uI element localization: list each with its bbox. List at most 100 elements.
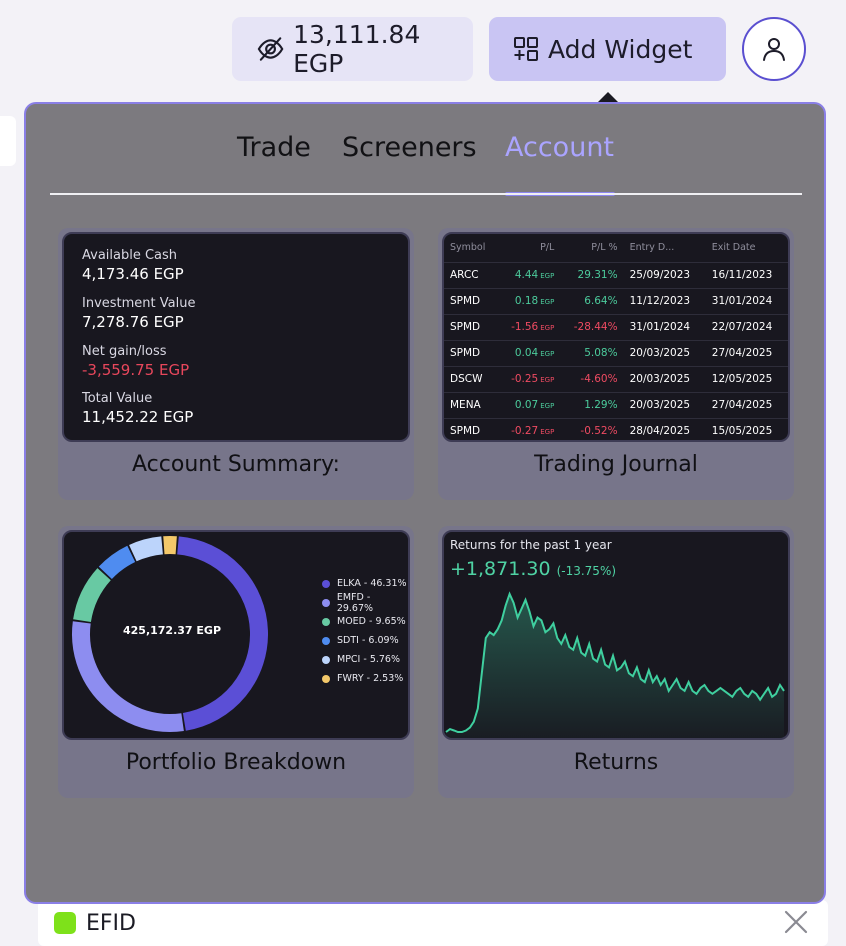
cell-symbol: SPMD (450, 321, 481, 333)
cell-pl-pct: -4.60% (580, 373, 618, 385)
tab-trade[interactable]: Trade (237, 132, 311, 163)
cell-exit-date: 16/11/2023 (711, 269, 773, 281)
widget-tabs: Trade Screeners Account (26, 132, 824, 172)
cell-pl: 0.18 EGP (514, 295, 555, 307)
legend-label: EMFD - 29.67% (336, 591, 374, 614)
watchlist-symbol: EFID (86, 910, 136, 936)
donut-slice (73, 568, 111, 623)
add-widget-label: Add Widget (548, 34, 693, 64)
legend-label: MPCI - 5.76% (337, 654, 401, 665)
cell-exit-date: 27/04/2025 (711, 399, 773, 411)
widget-returns[interactable]: Returns for the past 1 year +1,871.30 (-… (438, 526, 794, 798)
legend-dot-icon (322, 636, 330, 645)
donut-slice (98, 545, 136, 580)
legend-item: MPCI - 5.76% (322, 650, 408, 669)
donut-slice (129, 536, 164, 562)
cell-symbol: MENA (450, 399, 481, 411)
donut-slice (72, 621, 184, 732)
investment-value: Investment Value 7,278.76 EGP (82, 296, 196, 331)
eye-off-icon (257, 37, 284, 61)
background-card (0, 116, 16, 166)
cell-exit-date: 27/04/2025 (711, 347, 773, 359)
cell-pl-pct: 29.31% (577, 269, 618, 281)
cell-symbol: SPMD (450, 425, 481, 438)
cell-pl-pct: 6.64% (584, 295, 618, 307)
column-header: P/L (540, 242, 555, 254)
legend-dot-icon (322, 674, 330, 683)
user-icon (763, 38, 785, 61)
cell-symbol: SPMD (450, 347, 481, 359)
cell-symbol: SPMD (450, 295, 481, 307)
close-icon[interactable] (782, 908, 810, 936)
cell-pl: -0.25 EGP (511, 373, 555, 385)
cell-pl: -1.56 EGP (511, 321, 555, 333)
cell-pl: 4.44 EGP (514, 269, 555, 281)
cell-entry-date: 31/01/2024 (629, 321, 691, 333)
legend-item: ELKA - 46.31% (322, 574, 408, 593)
cell-pl-pct: -28.44% (573, 321, 618, 333)
cell-entry-date: 28/04/2025 (629, 425, 691, 438)
legend-item: FWRY - 2.53% (322, 669, 408, 688)
tab-screeners[interactable]: Screeners (342, 132, 477, 163)
widget-portfolio-breakdown[interactable]: 425,172.37 EGP ELKA - 46.31% EMFD - 29.67… (58, 526, 414, 798)
returns-line-chart (445, 591, 785, 738)
widget-title: Returns (573, 750, 659, 775)
cell-exit-date: 15/05/2025 (711, 425, 773, 438)
cell-exit-date: 22/07/2024 (711, 321, 773, 333)
cell-entry-date: 11/12/2023 (629, 295, 691, 307)
cell-pl-pct: 1.29% (584, 399, 618, 411)
table-row: SPMD 0.04 EGP 5.08% 20/03/2025 27/04/2025 (444, 340, 788, 366)
column-header: Exit Date (711, 242, 756, 254)
status-dot-icon (54, 912, 76, 934)
legend-dot-icon (322, 655, 330, 664)
widget-title: Portfolio Breakdown (125, 750, 347, 775)
legend-dot-icon (322, 598, 330, 607)
portfolio-breakdown-preview: 425,172.37 EGP ELKA - 46.31% EMFD - 29.67… (62, 530, 410, 740)
legend-item: SDTI - 6.09% (322, 631, 408, 650)
table-row: SPMD -0.27 EGP -0.52% 28/04/2025 15/05/2025 (444, 418, 788, 440)
column-header: Symbol (450, 242, 486, 254)
cell-pl: -0.27 EGP (511, 425, 555, 438)
table-header: Symbol P/L P/L % Entry D... Exit Date (444, 234, 788, 262)
cell-symbol: ARCC (450, 269, 479, 281)
legend-label: ELKA - 46.31% (337, 578, 407, 589)
legend-label: FWRY - 2.53% (337, 673, 404, 684)
total-value: Total Value 11,452.22 EGP (82, 391, 194, 426)
legend-label: MOED - 9.65% (337, 616, 406, 627)
add-widget-icon (514, 37, 538, 61)
table-row: MENA 0.07 EGP 1.29% 20/03/2025 27/04/2025 (444, 392, 788, 418)
add-widget-button[interactable]: Add Widget (489, 17, 726, 81)
portfolio-total: 425,172.37 EGP (122, 624, 222, 637)
cell-entry-date: 20/03/2025 (629, 373, 691, 385)
user-avatar-button[interactable] (742, 17, 806, 81)
trading-journal-preview: Symbol P/L P/L % Entry D... Exit Date AR… (442, 232, 790, 442)
column-header: Entry D... (629, 242, 675, 254)
balance-value: 13,111.84 EGP (293, 20, 421, 78)
widget-trading-journal[interactable]: Symbol P/L P/L % Entry D... Exit Date AR… (438, 228, 794, 500)
legend-dot-icon (322, 617, 330, 626)
account-summary-preview: Available Cash 4,173.46 EGP Investment V… (62, 232, 410, 442)
available-cash: Available Cash 4,173.46 EGP (82, 248, 184, 283)
table-row: SPMD -1.56 EGP -28.44% 31/01/2024 22/07/2024 (444, 314, 788, 340)
tabs-divider (50, 193, 802, 195)
cell-symbol: DSCW (450, 373, 483, 385)
cell-entry-date: 20/03/2025 (629, 347, 691, 359)
balance-toggle-button[interactable]: 13,111.84 EGP (232, 17, 473, 81)
table-row: ARCC 4.44 EGP 29.31% 25/09/2023 16/11/2023 (444, 262, 788, 288)
legend-item: MOED - 9.65% (322, 612, 408, 631)
returns-preview: Returns for the past 1 year +1,871.30 (-… (442, 530, 790, 740)
widget-account-summary[interactable]: Available Cash 4,173.46 EGP Investment V… (58, 228, 414, 500)
watchlist-row-efid[interactable]: EFID (38, 900, 828, 946)
column-header: P/L % (591, 242, 618, 254)
net-gain-loss: Net gain/loss -3,559.75 EGP (82, 344, 190, 379)
tab-account[interactable]: Account (505, 132, 614, 163)
add-widget-popover: Trade Screeners Account Available Cash 4… (24, 102, 826, 904)
cell-exit-date: 31/01/2024 (711, 295, 773, 307)
trading-journal-table: Symbol P/L P/L % Entry D... Exit Date AR… (444, 234, 788, 440)
cell-pl-pct: -0.52% (580, 425, 618, 438)
cell-entry-date: 20/03/2025 (629, 399, 691, 411)
cell-entry-date: 25/09/2023 (629, 269, 691, 281)
cell-pl-pct: 5.08% (584, 347, 618, 359)
cell-exit-date: 12/05/2025 (711, 373, 773, 385)
table-row: DSCW -0.25 EGP -4.60% 20/03/2025 12/05/2025 (444, 366, 788, 392)
